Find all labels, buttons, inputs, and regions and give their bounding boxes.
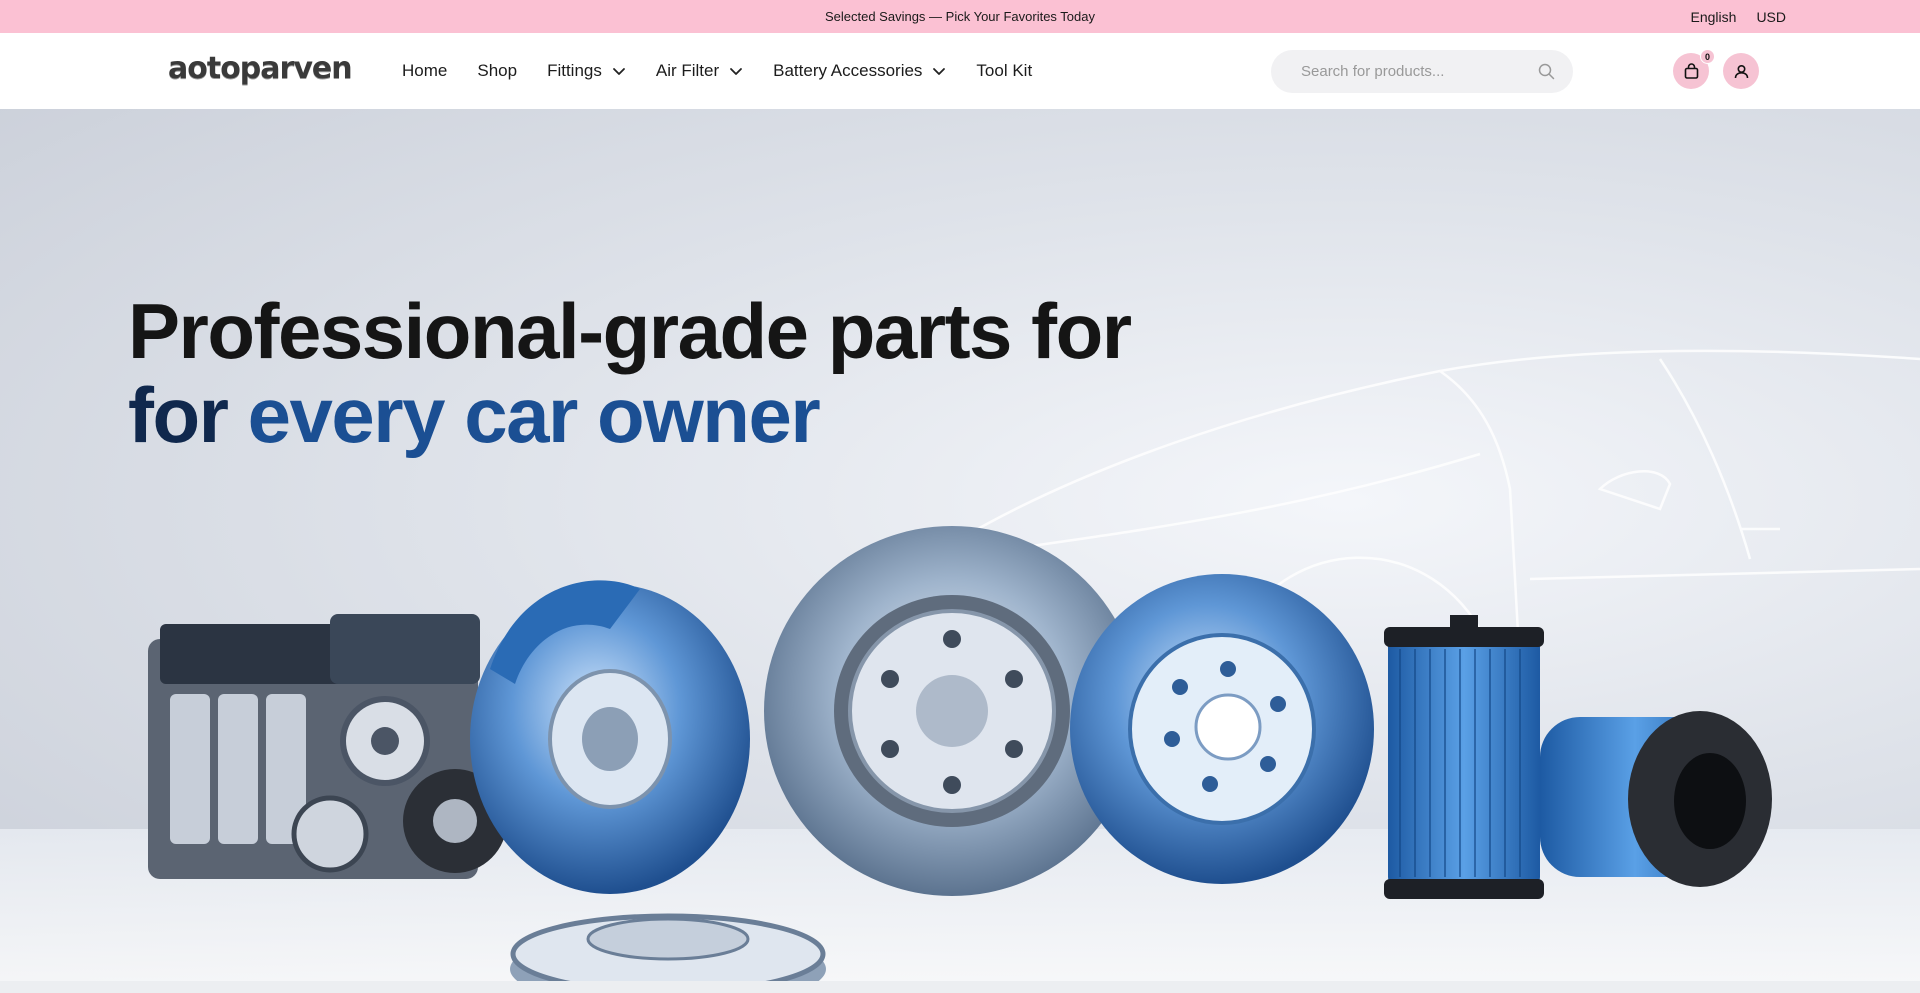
nav-item-label: Battery Accessories [773, 61, 923, 80]
search-icon[interactable] [1538, 63, 1555, 80]
promo-bar: Selected Savings — Pick Your Favorites T… [0, 0, 1920, 33]
currency-selector[interactable]: USD [1756, 9, 1786, 25]
nav-item-tool-kit[interactable]: Tool Kit [976, 61, 1032, 81]
hero-title-line-2-blue: every car owner [247, 371, 821, 459]
section-divider [0, 981, 1920, 993]
brake-disc-1 [470, 580, 750, 894]
hero-banner: Professional-grade parts for for every c… [0, 109, 1920, 981]
nav-item-fittings[interactable]: Fittings [547, 61, 626, 81]
chevron-down-icon [730, 68, 743, 75]
language-selector[interactable]: English [1691, 9, 1737, 25]
account-button[interactable] [1723, 53, 1759, 89]
air-filter-side [1540, 711, 1772, 887]
user-icon [1734, 64, 1748, 78]
nav-item-label: Shop [477, 61, 518, 80]
cart-count-badge: 0 [1700, 49, 1715, 64]
chevron-down-icon [612, 68, 625, 75]
hero-image [0, 349, 1920, 981]
search-bar [1271, 50, 1573, 93]
shopping-bag-icon [1684, 62, 1698, 79]
nav-item-label: Tool Kit [976, 61, 1033, 80]
cart-button[interactable]: 0 [1673, 49, 1715, 89]
flat-rotor [510, 913, 826, 981]
main-nav: Home Shop Fittings Air Filter Battery Ac… [402, 33, 1062, 109]
promo-text: Selected Savings — Pick Your Favorites T… [824, 9, 1096, 24]
nav-item-air-filter[interactable]: Air Filter [656, 61, 743, 81]
search-input[interactable] [1301, 63, 1538, 80]
site-logo[interactable]: aotoparven [168, 51, 353, 86]
hero-title-line-2: for every car owner [128, 373, 1131, 457]
nav-item-home[interactable]: Home [402, 61, 447, 81]
brake-disc-3 [1070, 574, 1374, 884]
locale-switcher: English USD [1691, 0, 1786, 33]
hero-title-line-2-dark: for [128, 371, 229, 459]
hero-title-line-1: Professional-grade parts for [128, 287, 1132, 375]
air-filter-tall [1384, 615, 1544, 899]
nav-item-shop[interactable]: Shop [477, 61, 517, 81]
nav-item-label: Fittings [547, 61, 602, 80]
nav-item-battery-accessories[interactable]: Battery Accessories [773, 61, 946, 81]
hero-title: Professional-grade parts for for every c… [128, 287, 1132, 457]
nav-item-label: Home [402, 61, 448, 80]
engine-illustration [148, 614, 507, 879]
nav-item-label: Air Filter [655, 61, 720, 80]
chevron-down-icon [933, 68, 946, 75]
site-header: aotoparven Home Shop Fittings Air Filter… [0, 33, 1920, 109]
